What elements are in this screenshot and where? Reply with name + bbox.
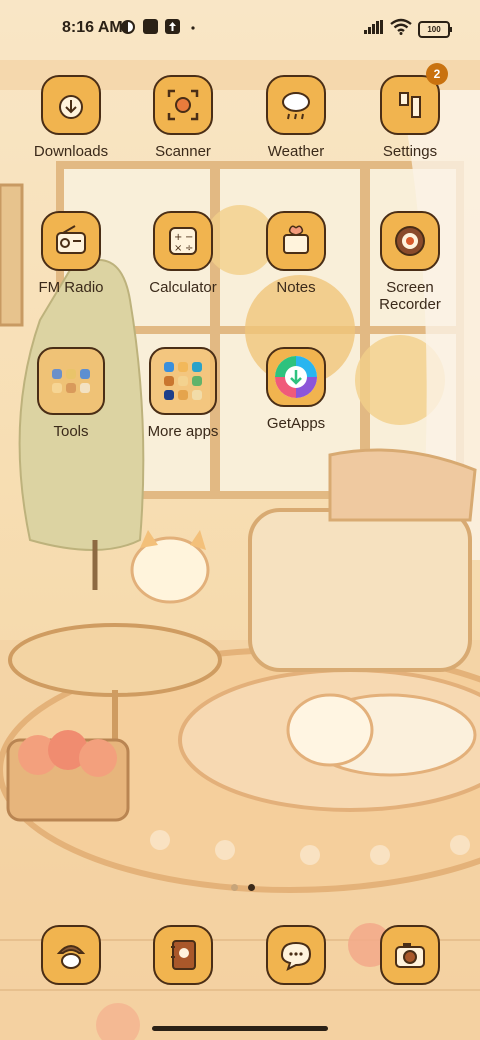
svg-text:−: − bbox=[185, 232, 193, 243]
dock-messages[interactable] bbox=[241, 925, 351, 985]
app-weather[interactable]: Weather bbox=[241, 75, 351, 160]
dock-camera[interactable] bbox=[355, 925, 465, 985]
dock-phone[interactable] bbox=[16, 925, 126, 985]
vpn-icon bbox=[121, 20, 135, 34]
gesture-navigation-bar[interactable] bbox=[152, 1026, 328, 1031]
page-dot-1[interactable] bbox=[231, 884, 238, 891]
app-label: Calculator bbox=[149, 279, 217, 296]
message-bubble-icon[interactable] bbox=[266, 925, 326, 985]
weather-icon[interactable] bbox=[266, 75, 326, 135]
getapps-icon[interactable] bbox=[266, 347, 326, 407]
page-dot-2-active[interactable] bbox=[248, 884, 255, 891]
folder-icon[interactable] bbox=[37, 347, 105, 415]
app-label: Notes bbox=[276, 279, 316, 296]
app-label: Downloads bbox=[33, 143, 109, 160]
cat-phone-icon[interactable] bbox=[41, 925, 101, 985]
app-label: More apps bbox=[147, 423, 219, 440]
app-getapps[interactable]: GetApps bbox=[241, 347, 351, 432]
app-label: Scanner bbox=[155, 143, 211, 160]
svg-text:÷: ÷ bbox=[185, 243, 193, 254]
app-label: Screen Recorder bbox=[379, 279, 441, 313]
notification-badge: 2 bbox=[426, 63, 448, 85]
app-settings[interactable]: 2 Settings bbox=[355, 63, 465, 160]
app-label: Settings bbox=[382, 143, 438, 160]
app-scanner[interactable]: Scanner bbox=[128, 75, 238, 160]
svg-text:×: × bbox=[174, 243, 182, 254]
app-downloads[interactable]: Downloads bbox=[16, 75, 126, 160]
upload-icon bbox=[165, 19, 180, 34]
more-notifications-dot-icon bbox=[191, 26, 195, 30]
folder-icon[interactable] bbox=[149, 347, 217, 415]
contacts-book-icon[interactable] bbox=[153, 925, 213, 985]
folder-tools[interactable]: Tools bbox=[16, 347, 126, 440]
folder-preview bbox=[158, 360, 208, 402]
clock: 8:16 AM bbox=[62, 19, 123, 36]
radio-icon[interactable] bbox=[41, 211, 101, 271]
folder-preview bbox=[46, 367, 96, 395]
notification-square-icon bbox=[143, 19, 158, 34]
notes-icon[interactable] bbox=[266, 211, 326, 271]
app-fm-radio[interactable]: FM Radio bbox=[16, 211, 126, 296]
screen-recorder-icon[interactable] bbox=[380, 211, 440, 271]
signal-icon bbox=[364, 20, 383, 34]
app-calculator[interactable]: + − × ÷ Calculator bbox=[128, 211, 238, 296]
camera-icon[interactable] bbox=[380, 925, 440, 985]
app-screen-recorder[interactable]: Screen Recorder bbox=[355, 211, 465, 313]
calculator-icon[interactable]: + − × ÷ bbox=[153, 211, 213, 271]
battery-indicator: 100 bbox=[418, 21, 452, 38]
status-bar: 8:16 AM 100 bbox=[0, 0, 480, 56]
page-indicator[interactable] bbox=[226, 878, 260, 896]
app-label: Weather bbox=[267, 143, 325, 160]
wifi-icon bbox=[390, 18, 412, 35]
app-notes[interactable]: Notes bbox=[241, 211, 351, 296]
app-label: GetApps bbox=[266, 415, 326, 432]
app-label: Tools bbox=[53, 423, 89, 440]
folder-more-apps[interactable]: More apps bbox=[128, 347, 238, 440]
scanner-icon[interactable] bbox=[153, 75, 213, 135]
app-label: FM Radio bbox=[38, 279, 104, 296]
dock-contacts[interactable] bbox=[128, 925, 238, 985]
settings-icon[interactable]: 2 bbox=[380, 63, 448, 135]
svg-text:+: + bbox=[174, 232, 182, 243]
downloads-icon[interactable] bbox=[41, 75, 101, 135]
